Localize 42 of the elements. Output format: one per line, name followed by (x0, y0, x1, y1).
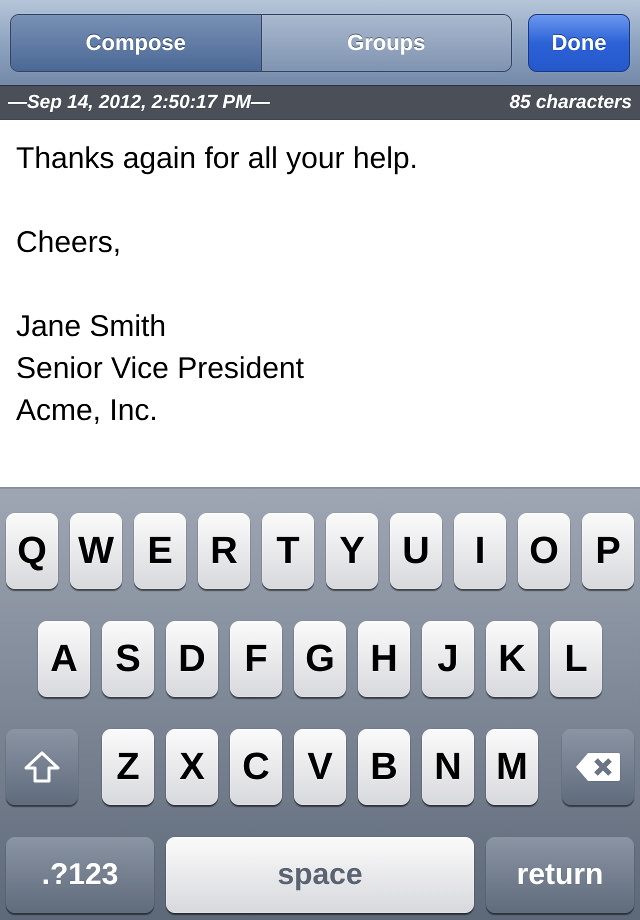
letter-key[interactable]: B (358, 729, 410, 805)
letter-key[interactable]: I (454, 513, 506, 589)
letter-key[interactable]: Z (102, 729, 154, 805)
letter-key[interactable]: V (294, 729, 346, 805)
letter-key[interactable]: X (166, 729, 218, 805)
letter-key[interactable]: H (358, 621, 410, 697)
message-line: Senior Vice President (16, 351, 304, 387)
backspace-icon (574, 751, 622, 783)
letter-key[interactable]: R (198, 513, 250, 589)
done-button[interactable]: Done (528, 14, 630, 72)
character-count: 85 characters (509, 92, 632, 114)
letter-key[interactable]: Q (6, 513, 58, 589)
shift-key[interactable] (6, 729, 78, 805)
letter-key[interactable]: P (582, 513, 634, 589)
letter-key[interactable]: L (550, 621, 602, 697)
message-line: Acme, Inc. (16, 393, 158, 429)
letter-key[interactable]: T (262, 513, 314, 589)
letter-key[interactable]: G (294, 621, 346, 697)
space-key[interactable]: space (166, 837, 474, 913)
letter-key[interactable]: F (230, 621, 282, 697)
delete-key[interactable] (562, 729, 634, 805)
letter-key[interactable]: U (390, 513, 442, 589)
letter-key[interactable]: M (486, 729, 538, 805)
timestamp: —Sep 14, 2012, 2:50:17 PM— (8, 92, 270, 114)
letter-key[interactable]: A (38, 621, 90, 697)
message-line: Thanks again for all your help. (16, 141, 418, 177)
segment-tab[interactable]: Compose (11, 14, 260, 70)
letter-key[interactable]: Y (326, 513, 378, 589)
numbers-key[interactable]: .?123 (6, 837, 154, 913)
return-key[interactable]: return (486, 837, 634, 913)
letter-key[interactable]: C (230, 729, 282, 805)
letter-key[interactable]: W (70, 513, 122, 589)
letter-key[interactable]: J (422, 621, 474, 697)
shift-arrow-icon (24, 751, 60, 783)
letter-key[interactable]: N (422, 729, 474, 805)
letter-key[interactable]: D (166, 621, 218, 697)
letter-key[interactable]: S (102, 621, 154, 697)
letter-key[interactable]: O (518, 513, 570, 589)
letter-key[interactable]: E (134, 513, 186, 589)
letter-key[interactable]: K (486, 621, 538, 697)
message-line: Cheers, (16, 225, 122, 261)
message-line: Jane Smith (16, 309, 166, 345)
